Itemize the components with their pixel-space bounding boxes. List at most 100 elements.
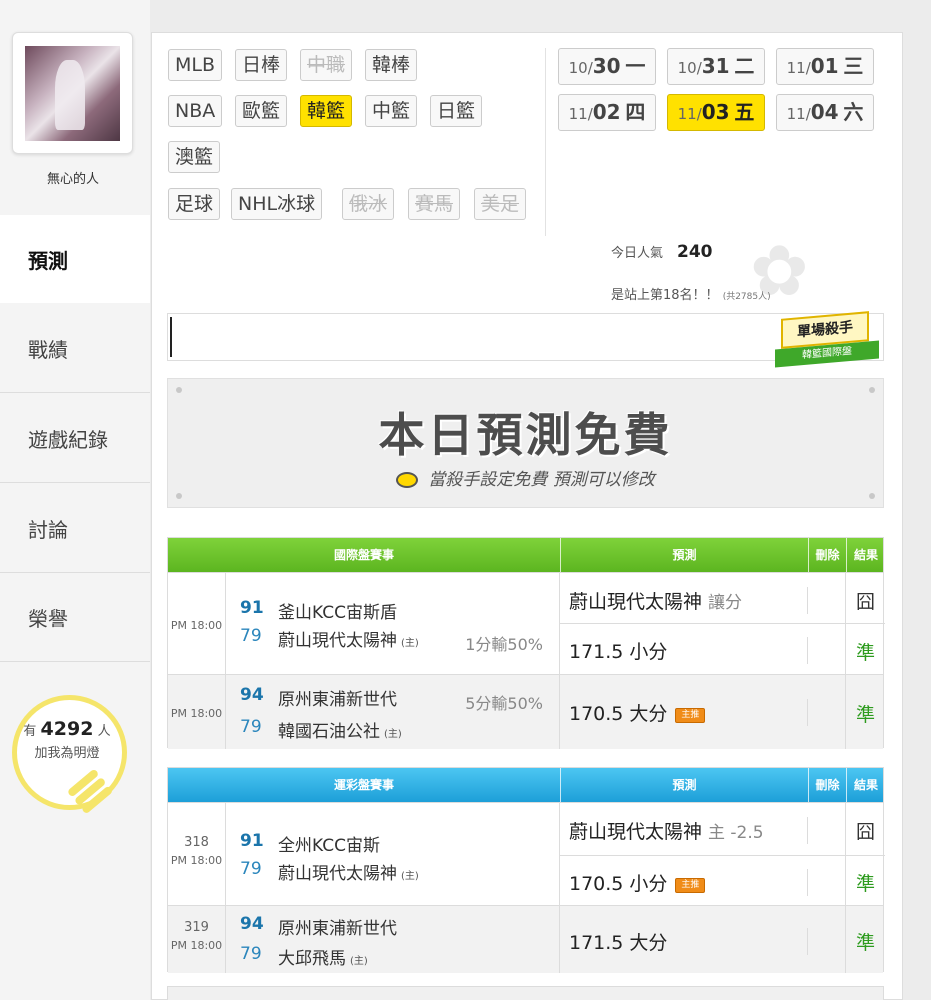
- banner-dot: [176, 493, 182, 499]
- home-team[interactable]: 大邱飛馬 (主): [278, 944, 368, 969]
- date-month: 10/: [677, 59, 702, 77]
- delete-cell[interactable]: [808, 803, 846, 905]
- away-team[interactable]: 原州東浦新世代: [278, 914, 397, 939]
- away-team[interactable]: 原州東浦新世代: [278, 685, 397, 710]
- date-weekday: 二: [734, 54, 755, 78]
- date-day: 30: [592, 54, 621, 78]
- date-button-1104[interactable]: 11/04 六: [776, 94, 874, 131]
- delete-cell[interactable]: [808, 573, 846, 674]
- main-pick-tag: 主推: [675, 878, 706, 893]
- popularity-label: 今日人氣: [611, 246, 664, 261]
- sport-chip-euro-basketball[interactable]: 歐籃: [235, 95, 288, 127]
- away-team[interactable]: 釜山KCC宙斯盾: [278, 598, 397, 623]
- sport-chip-nhl[interactable]: NHL冰球: [231, 188, 323, 220]
- col-header-predict: 預測: [560, 768, 808, 802]
- nav-item-predict[interactable]: 預測: [0, 215, 150, 303]
- prediction: 蔚山現代太陽神主 -2.5: [560, 817, 808, 844]
- avatar[interactable]: [12, 32, 133, 154]
- sport-chip-mlb[interactable]: MLB: [168, 49, 223, 81]
- followers-counter[interactable]: 有 4292 人 加我為明燈: [2, 718, 132, 765]
- prediction: 171.5 小分: [560, 637, 808, 664]
- sport-chip-korea-basketball[interactable]: 韓籃: [300, 95, 353, 127]
- prediction: 蔚山現代太陽神 讓分: [560, 587, 808, 614]
- game-number: 319: [184, 920, 209, 935]
- home-score: 79: [240, 626, 262, 646]
- sport-chip-soccer[interactable]: 足球: [168, 188, 221, 220]
- home-team[interactable]: 蔚山現代太陽神 (主): [278, 626, 419, 651]
- col-header-result: 結果: [846, 538, 885, 572]
- banner-subtitle: 當殺手設定免費 預測可以修改: [168, 465, 883, 490]
- sport-chip-russia-hockey: 俄冰: [342, 188, 395, 220]
- date-day: 31: [701, 54, 730, 78]
- home-team[interactable]: 蔚山現代太陽神 (主): [278, 859, 419, 884]
- banner-dot: [176, 387, 182, 393]
- prediction-text: 170.5 小分: [569, 873, 668, 895]
- banner-title: 本日預測免費: [378, 408, 673, 462]
- result-mark: 囧: [855, 821, 875, 843]
- delete-cell[interactable]: [808, 906, 846, 973]
- nav-item-record[interactable]: 戰績: [0, 305, 150, 393]
- game-number: 318: [184, 835, 209, 850]
- sport-chip-japan-basketball[interactable]: 日籃: [430, 95, 483, 127]
- away-score: 91: [240, 598, 264, 618]
- prediction-text: 171.5 小分: [569, 641, 668, 663]
- result-mark: 準: [855, 932, 875, 954]
- away-team[interactable]: 全州KCC宙斯: [278, 831, 380, 856]
- banner-subtitle-text: 當殺手設定免費 預測可以修改: [428, 470, 655, 490]
- rank-stat: 是站上第18名！！ (共2785人): [611, 284, 771, 303]
- sport-chip-horse-racing: 賽馬: [408, 188, 461, 220]
- home-team[interactable]: 韓國石油公社 (主): [278, 717, 402, 742]
- matchup: 94 原州東浦新世代 79 大邱飛馬 (主): [226, 906, 560, 973]
- date-day: 01: [810, 54, 839, 78]
- date-button-1103[interactable]: 11/03 五: [667, 94, 765, 131]
- nav-item-discussion[interactable]: 討論: [0, 485, 150, 573]
- matchup: 94 原州東浦新世代 5分輸50% 79 韓國石油公社 (主): [226, 675, 560, 749]
- date-button-1102[interactable]: 11/02 四: [558, 94, 656, 131]
- date-button-1030[interactable]: 10/30 一: [558, 48, 656, 85]
- home-marker: (主): [350, 956, 368, 967]
- nav-item-game-log[interactable]: 遊戲紀錄: [0, 395, 150, 483]
- prediction-extra: 主 -2.5: [708, 823, 764, 843]
- followers-prefix: 有: [23, 724, 37, 739]
- home-team-name: 蔚山現代太陽神: [278, 864, 397, 884]
- away-score: 94: [240, 685, 264, 705]
- sport-chip-aus-basketball[interactable]: 澳籃: [168, 141, 221, 173]
- home-marker: (主): [384, 729, 402, 740]
- sport-chip-china-basketball[interactable]: 中籃: [365, 95, 418, 127]
- date-weekday: 一: [625, 54, 646, 78]
- date-day: 04: [810, 100, 839, 124]
- col-header-delete: 刪除: [808, 538, 846, 572]
- table-header: 國際盤賽事 預測 刪除 結果: [168, 538, 883, 572]
- sport-chip-korea-baseball[interactable]: 韓棒: [365, 49, 418, 81]
- date-month: 11/: [786, 105, 811, 123]
- sport-chip-american-football: 美足: [474, 188, 527, 220]
- text-cursor: [170, 317, 172, 357]
- date-button-1101[interactable]: 11/01 三: [776, 48, 874, 85]
- game-time: PM 18:00: [168, 675, 226, 749]
- col-header-predict: 預測: [560, 538, 808, 572]
- result-mark: 準: [855, 704, 875, 726]
- date-month: 11/: [568, 105, 593, 123]
- sidebar: 無心的人 預測 戰績 遊戲紀錄 討論 榮譽 有 4292 人 加我為明燈: [0, 0, 150, 1000]
- col-header-games: 運彩盤賽事: [333, 778, 394, 792]
- prediction: 170.5 小分 主推: [560, 869, 808, 896]
- matchup: 91 全州KCC宙斯 79 蔚山現代太陽神 (主): [226, 803, 560, 905]
- sport-chip-nba[interactable]: NBA: [168, 95, 223, 127]
- game-time-text: PM 18:00: [170, 854, 223, 867]
- date-weekday: 五: [734, 100, 755, 124]
- follow-action[interactable]: 加我為明燈: [34, 746, 99, 761]
- bulb-icon: [396, 472, 419, 488]
- divider: [545, 48, 546, 236]
- lottery-games-table: 運彩盤賽事 預測 刪除 結果 318 PM 18:00 91 全州KCC宙斯 7…: [167, 767, 885, 973]
- home-marker: (主): [401, 871, 419, 882]
- date-button-1031[interactable]: 10/31 二: [667, 48, 765, 85]
- date-month: 11/: [786, 59, 811, 77]
- followers-count: 4292: [40, 718, 94, 740]
- sport-chip-japan-baseball[interactable]: 日棒: [235, 49, 288, 81]
- delete-cell[interactable]: [808, 675, 846, 749]
- home-marker: (主): [401, 638, 419, 649]
- free-prediction-banner: 本日預測免費 當殺手設定免費 預測可以修改: [167, 378, 884, 508]
- date-weekday: 三: [843, 54, 864, 78]
- nav-item-honor[interactable]: 榮譽: [0, 574, 150, 662]
- home-team-name: 韓國石油公社: [278, 722, 380, 742]
